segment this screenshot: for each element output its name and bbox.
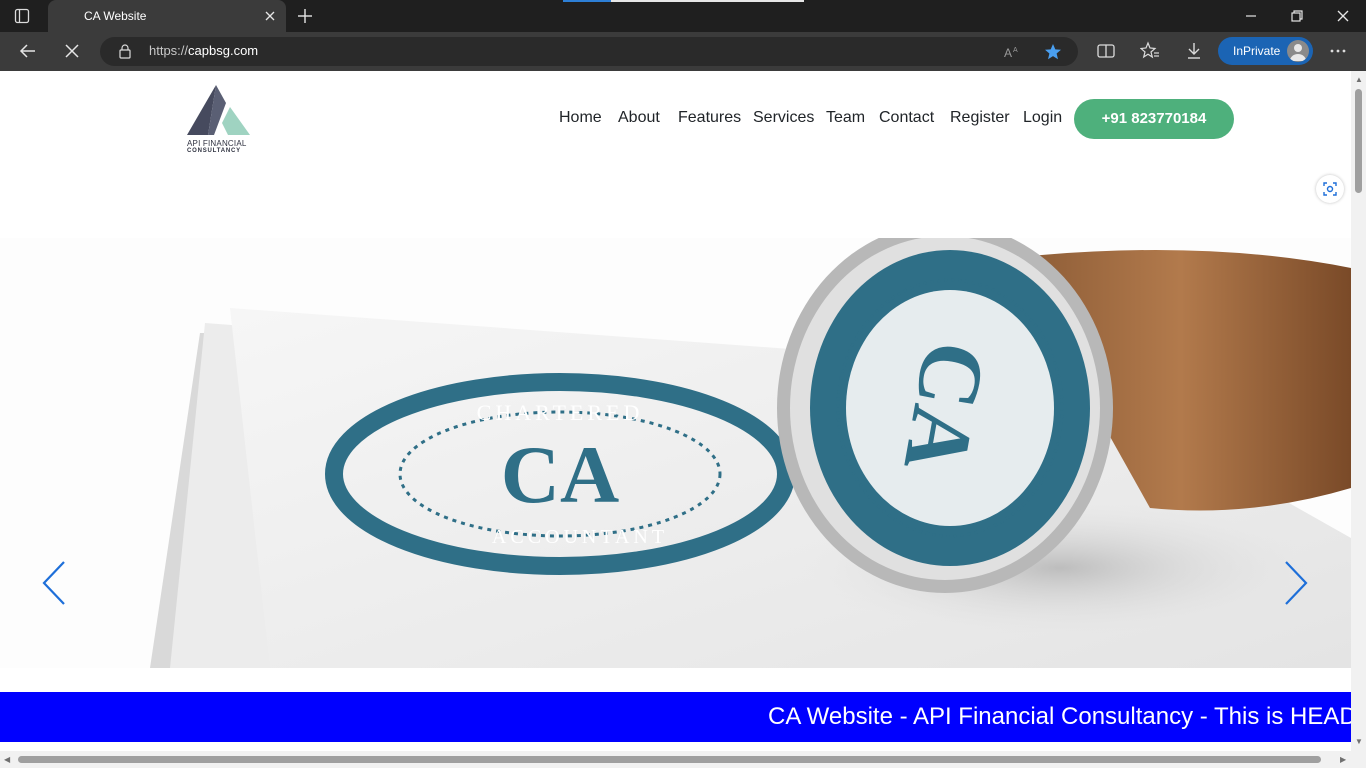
split-screen-icon[interactable] (1096, 41, 1116, 61)
back-arrow-icon[interactable] (18, 41, 38, 61)
phone-button[interactable]: +91 823770184 (1074, 99, 1234, 139)
new-tab-icon[interactable] (297, 8, 313, 24)
read-aloud-icon[interactable]: A A (1003, 43, 1021, 61)
logo-text-line1: API FINANCIAL (187, 139, 247, 148)
downloads-icon[interactable] (1184, 41, 1204, 61)
lock-icon[interactable] (118, 43, 132, 59)
scroll-up-icon[interactable]: ▲ (1355, 75, 1363, 84)
carousel-next-icon[interactable] (1280, 558, 1310, 608)
seal-top-text: CHARTERED (477, 400, 644, 425)
svg-text:A: A (1013, 47, 1018, 54)
news-marquee: CA Website - API Financial Consultancy -… (0, 692, 1351, 742)
scroll-right-icon[interactable]: ▶ (1340, 755, 1346, 764)
tab-title: CA Website (84, 9, 147, 23)
hero-carousel-image: CA CHARTERED ACCOUNTANT CA (0, 238, 1351, 668)
more-menu-icon[interactable] (1328, 41, 1348, 61)
seal-center-text: CA (501, 429, 619, 520)
logo-text-line2: CONSULTANCY (187, 148, 241, 154)
nav-about[interactable]: About (618, 109, 660, 127)
url-host: capbsg.com (188, 43, 259, 58)
loading-progress-fill (563, 0, 612, 2)
inprivate-label: InPrivate (1233, 44, 1281, 58)
minimize-icon[interactable] (1243, 8, 1259, 24)
nav-features[interactable]: Features (678, 109, 741, 127)
close-tab-icon[interactable] (263, 9, 277, 23)
scroll-down-icon[interactable]: ▼ (1355, 737, 1363, 746)
carousel-prev-icon[interactable] (40, 558, 70, 608)
seal-bottom-text: ACCOUNTANT (492, 526, 668, 548)
profile-avatar-icon (1287, 40, 1309, 62)
address-bar[interactable]: https://capbsg.com A A (100, 37, 1078, 66)
url-scheme: https:// (149, 43, 189, 58)
ca-stamp-illustration: CA CHARTERED ACCOUNTANT CA (150, 238, 1351, 668)
horizontal-scrollbar[interactable]: ◀ ▶ (0, 751, 1366, 768)
loading-progress-bar (563, 0, 804, 2)
web-page: API FINANCIAL CONSULTANCY Home About Fea… (0, 71, 1351, 751)
scroll-left-icon[interactable]: ◀ (4, 755, 10, 764)
browser-toolbar: https://capbsg.com A A InPrivate (0, 32, 1366, 72)
site-logo[interactable]: API FINANCIAL CONSULTANCY (186, 83, 316, 157)
marquee-text: CA Website - API Financial Consultancy -… (768, 703, 1351, 730)
nav-register[interactable]: Register (950, 109, 1010, 127)
restore-icon[interactable] (1289, 8, 1305, 24)
star-filled-icon[interactable] (1044, 43, 1062, 61)
nav-team[interactable]: Team (826, 109, 865, 127)
nav-login[interactable]: Login (1023, 109, 1062, 127)
vertical-scrollbar[interactable]: ▲ ▼ (1351, 71, 1366, 751)
nav-home[interactable]: Home (559, 109, 602, 127)
svg-text:A: A (1004, 46, 1012, 60)
logo-mark-icon (187, 85, 250, 135)
url-text[interactable]: https://capbsg.com (149, 43, 258, 58)
horizontal-scroll-thumb[interactable] (18, 756, 1321, 763)
favorites-icon[interactable] (1140, 41, 1160, 61)
browser-tab-bar: CA Website (0, 0, 1366, 32)
tab-actions-icon[interactable] (14, 8, 30, 24)
inprivate-button[interactable]: InPrivate (1218, 37, 1313, 65)
visual-search-button[interactable] (1316, 175, 1344, 203)
close-window-icon[interactable] (1335, 8, 1351, 24)
stop-loading-icon[interactable] (62, 41, 82, 61)
vertical-scroll-thumb[interactable] (1355, 89, 1362, 193)
nav-contact[interactable]: Contact (879, 109, 934, 127)
browser-tab-active[interactable]: CA Website (48, 0, 286, 32)
nav-services[interactable]: Services (753, 109, 814, 127)
visual-search-icon (1323, 182, 1337, 196)
